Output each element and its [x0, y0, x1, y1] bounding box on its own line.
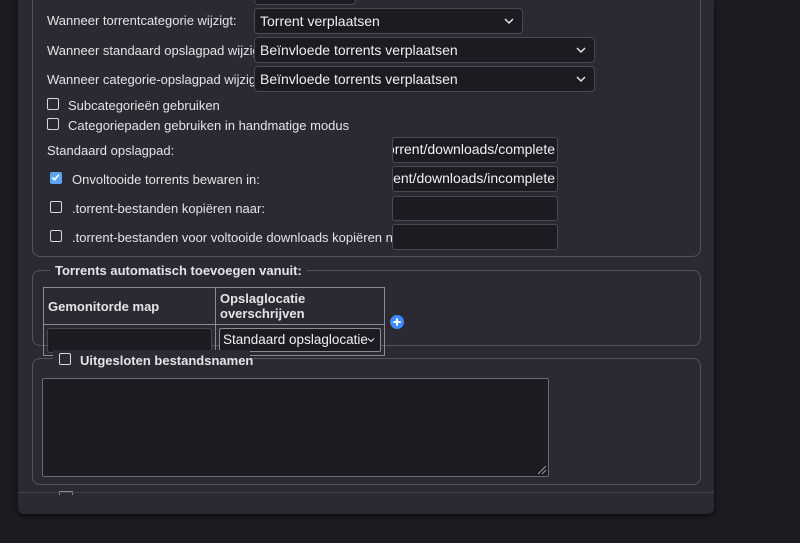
resize-grip-icon[interactable]: [535, 463, 547, 475]
copy-finished-torrent-files-label: .torrent-bestanden voor voltooide downlo…: [72, 230, 416, 245]
category-path-change-label: Wanneer categorie-opslagpad wijzigt:: [47, 72, 264, 87]
copy-finished-torrent-files-checkbox[interactable]: [50, 230, 62, 242]
incomplete-checkbox[interactable]: [50, 172, 62, 184]
incomplete-label: Onvoltooide torrents bewaren in:: [72, 172, 260, 187]
category-path-change-value: Beïnvloede torrents verplaatsen: [260, 71, 458, 87]
chevron-down-icon: [367, 338, 375, 343]
category-paths-manual-checkbox[interactable]: [47, 118, 59, 130]
plus-circle-icon[interactable]: [389, 314, 405, 330]
monitored-folders-table: Gemonitorde map Opslaglocatie overschrij…: [43, 287, 385, 356]
save-location-value: Standaard opslaglocatie: [223, 332, 368, 347]
options-panel: Wanneer torrentcategorie wijzigt: Torren…: [18, 0, 714, 514]
category-change-label: Wanneer torrentcategorie wijzigt:: [47, 13, 237, 28]
copy-torrent-files-label: .torrent-bestanden kopiëren naar:: [72, 201, 265, 216]
copy-torrent-files-checkbox[interactable]: [50, 201, 62, 213]
incomplete-path-input[interactable]: /torrent/downloads/incomplete: [392, 166, 558, 192]
copy-torrent-files-input[interactable]: [392, 196, 558, 221]
category-path-change-select[interactable]: Beïnvloede torrents verplaatsen: [254, 66, 595, 92]
default-save-path-value: /torrent/downloads/complete: [392, 141, 555, 157]
default-path-change-label: Wanneer standaard opslagpad wijzigt:: [47, 43, 267, 58]
default-save-path-label: Standaard opslagpad:: [47, 143, 175, 158]
excluded-files-textarea[interactable]: [42, 378, 549, 477]
bottom-divider: [18, 492, 714, 493]
excluded-files-legend: Uitgesloten bestandsnamen: [80, 353, 254, 368]
auto-add-legend: Torrents automatisch toevoegen vanuit:: [50, 263, 307, 278]
chevron-down-icon: [576, 47, 586, 54]
default-path-change-value: Beïnvloede torrents verplaatsen: [260, 42, 458, 58]
use-subcategories-label: Subcategorieën gebruiken: [68, 98, 220, 113]
column-header-folder: Gemonitorde map: [43, 287, 216, 325]
category-change-value: Torrent verplaatsen: [260, 13, 380, 29]
copy-finished-torrent-files-input[interactable]: [392, 224, 558, 250]
use-subcategories-checkbox[interactable]: [47, 98, 59, 110]
excluded-files-checkbox[interactable]: [59, 353, 71, 365]
column-header-location: Opslaglocatie overschrijven: [215, 287, 385, 325]
save-location-select[interactable]: Standaard opslaglocatie: [219, 328, 381, 352]
chevron-down-icon: [504, 18, 514, 25]
table-header-row: Gemonitorde map Opslaglocatie overschrij…: [43, 287, 385, 325]
chevron-down-icon: [576, 76, 586, 83]
incomplete-path-value: /torrent/downloads/incomplete: [393, 170, 555, 186]
default-save-path-input[interactable]: /torrent/downloads/complete: [392, 137, 558, 163]
category-paths-manual-label: Categoriepaden gebruiken in handmatige m…: [68, 118, 350, 133]
checkmark-icon: [51, 174, 60, 181]
default-path-change-select[interactable]: Beïnvloede torrents verplaatsen: [254, 37, 595, 63]
category-change-select[interactable]: Torrent verplaatsen: [254, 8, 523, 34]
